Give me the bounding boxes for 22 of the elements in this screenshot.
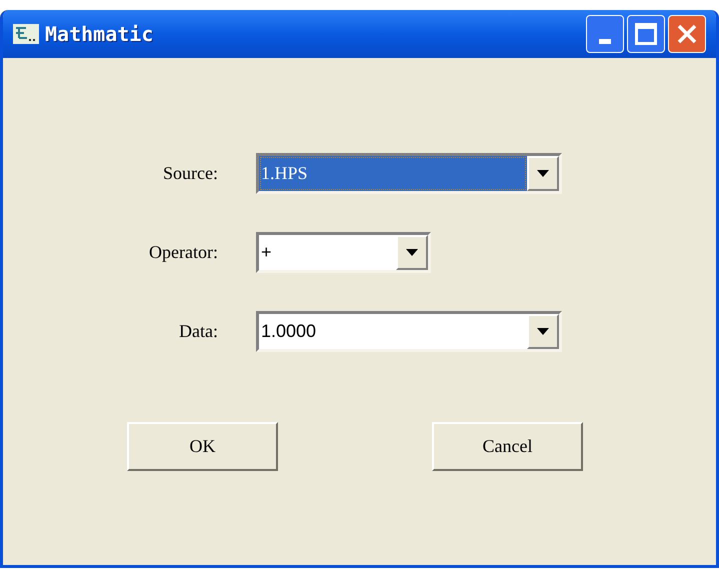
minimize-icon <box>599 39 611 44</box>
maximize-button[interactable] <box>627 15 665 53</box>
dropdown[interactable]: + <box>256 232 431 273</box>
field-label: Data: <box>178 320 218 343</box>
dialog-button[interactable]: OK <box>127 422 278 471</box>
minimize-button[interactable] <box>586 15 624 53</box>
dropdown-value: + <box>260 241 273 264</box>
dropdown-arrow-icon <box>406 249 418 256</box>
dropdown[interactable]: 1.HPS <box>256 153 562 194</box>
dialog-button[interactable]: Cancel <box>432 422 583 471</box>
dropdown-arrow-icon <box>537 328 549 335</box>
close-icon <box>676 23 698 45</box>
dropdown-arrow-icon <box>537 170 549 177</box>
dropdown-value: 1.0000 <box>260 320 318 343</box>
field-label: Operator: <box>148 241 218 264</box>
app-icon <box>13 24 39 44</box>
field-label: Source: <box>162 162 218 185</box>
dropdown-value: 1.HPS <box>259 156 527 191</box>
close-button[interactable] <box>668 15 706 53</box>
dropdown[interactable]: 1.0000 <box>256 311 562 352</box>
window-title: Mathmatic <box>45 21 154 48</box>
maximize-icon <box>635 23 657 45</box>
